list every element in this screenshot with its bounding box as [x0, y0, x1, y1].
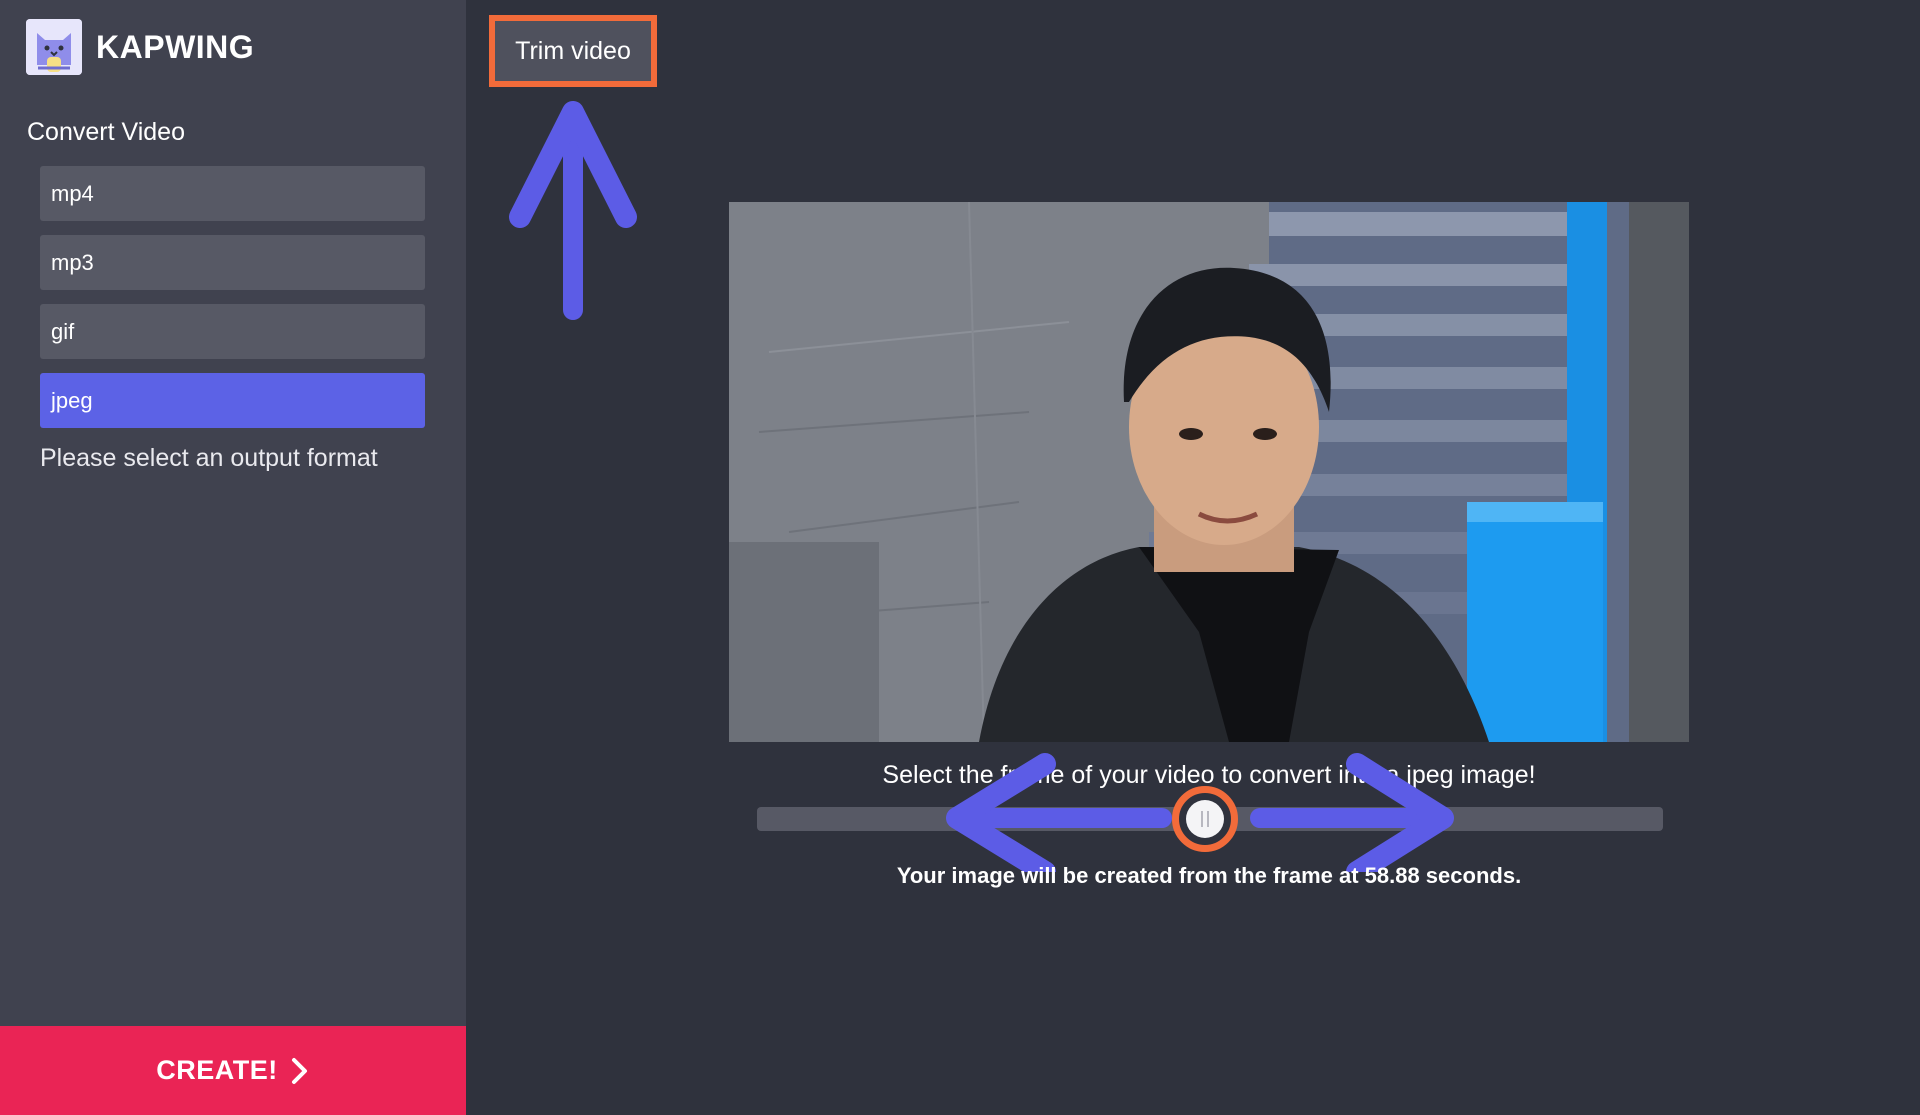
frame-result-text: Your image will be created from the fram…	[896, 863, 1522, 888]
format-hint: Please select an output format	[40, 444, 378, 472]
video-preview	[729, 202, 1689, 742]
section-title: Convert Video	[27, 118, 185, 146]
chevron-right-icon	[291, 1057, 307, 1084]
format-option-jpeg[interactable]: jpeg	[40, 373, 425, 428]
trim-video-label: Trim video	[495, 21, 651, 81]
frame-slider-thumb[interactable]	[1172, 786, 1238, 852]
format-option-gif[interactable]: gif	[40, 304, 425, 359]
sidebar: KAPWING Convert Video mp4 mp3 gif jpeg P…	[0, 0, 466, 1115]
brand-name: KAPWING	[96, 28, 255, 65]
trim-video-button[interactable]: Trim video	[489, 15, 657, 87]
up-arrow-icon	[509, 101, 637, 320]
slider-grip-icon	[1186, 800, 1224, 838]
brand[interactable]: KAPWING	[26, 19, 254, 75]
create-button[interactable]: CREATE!	[0, 1026, 466, 1115]
format-list: mp4 mp3 gif jpeg	[40, 166, 425, 442]
format-option-mp4[interactable]: mp4	[40, 166, 425, 221]
cat-logo-icon	[26, 19, 82, 75]
format-option-mp3[interactable]: mp3	[40, 235, 425, 290]
create-label: CREATE!	[156, 1055, 278, 1085]
